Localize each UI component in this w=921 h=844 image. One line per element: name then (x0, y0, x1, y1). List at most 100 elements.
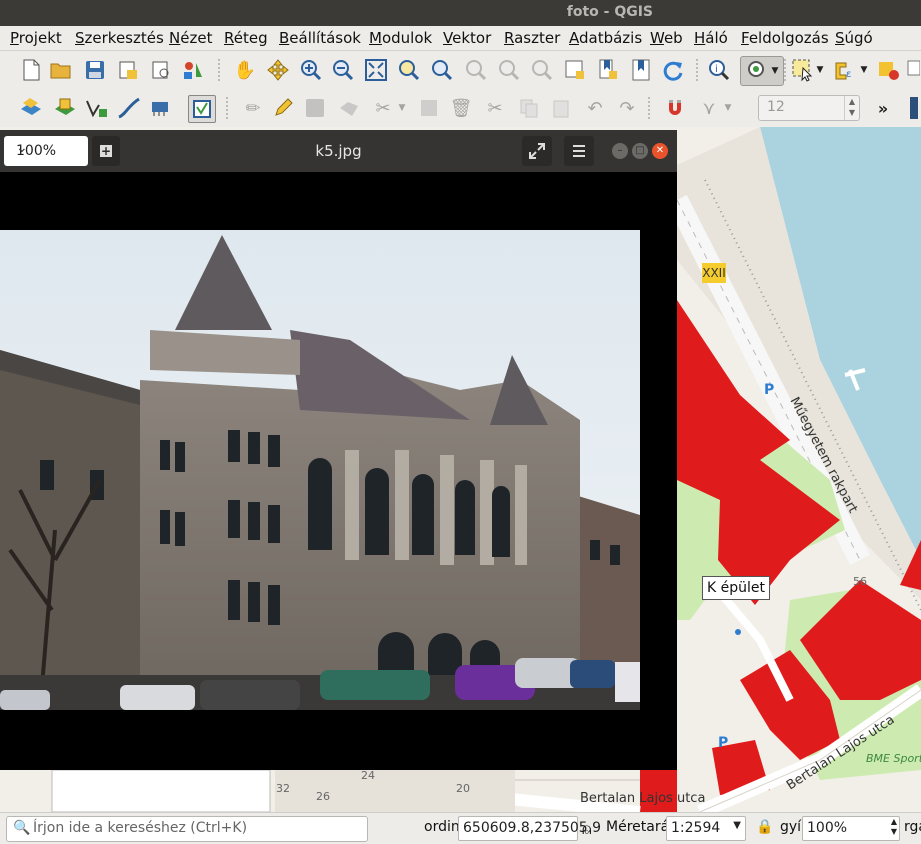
toolbar-edge (910, 97, 918, 119)
toolbar-separator (784, 59, 786, 81)
tolerance-value: 12 (767, 99, 785, 115)
chevron-down-icon[interactable]: ▼ (814, 57, 826, 83)
chevron-down-icon: ▼ (771, 66, 779, 76)
district-badge: XXII (702, 263, 726, 283)
select-features-icon[interactable] (790, 57, 816, 83)
lock-icon[interactable]: 🔒 (756, 819, 773, 835)
toolbar-separator (696, 59, 698, 81)
zoom-next-icon[interactable] (528, 57, 554, 83)
copy-features-icon[interactable] (516, 95, 542, 121)
undo-icon[interactable]: ↶ (582, 95, 608, 121)
tolerance-spinbox[interactable]: 12 ▲ ▼ (758, 95, 860, 121)
chevron-down-icon[interactable]: ▼ (396, 95, 408, 121)
menu-raszter[interactable]: Raszter (504, 29, 560, 47)
scale-select[interactable]: 1:2594 ▼ (666, 816, 746, 841)
toolbar-separator (226, 97, 228, 119)
new-map-view-icon[interactable] (562, 57, 588, 83)
snapping-type-icon[interactable]: ⋎ (696, 95, 722, 121)
menu-sugo[interactable]: Súgó (835, 29, 873, 47)
edit-pencil-icon[interactable] (270, 95, 296, 121)
vertex-tool-icon[interactable]: ✂ (370, 95, 396, 121)
scale-value: 1:2594 (671, 820, 721, 836)
coordinate-field[interactable]: 650609.8,237505.9 (458, 816, 601, 841)
menu-nezet[interactable]: Nézet (169, 29, 212, 47)
save-edits-icon[interactable] (302, 95, 328, 121)
magnifier-value: 100% (807, 820, 848, 836)
poi-dot-icon (735, 629, 741, 635)
zoom-out-icon[interactable] (330, 57, 356, 83)
toggle-editing-icon[interactable] (188, 95, 216, 123)
save-project-icon[interactable] (82, 57, 108, 83)
zoom-to-selection-icon[interactable] (395, 57, 421, 83)
virtual-layer-icon[interactable] (148, 95, 174, 121)
house-number: 20 (456, 782, 470, 795)
menu-adatbazis[interactable]: Adatbázis (569, 29, 642, 47)
style-manager-icon[interactable] (180, 57, 206, 83)
digitize-node-icon[interactable] (84, 95, 110, 121)
menu-bar: Projekt Szerkesztés Nézet Réteg Beállítá… (0, 26, 921, 51)
select-by-expression-icon[interactable]: ε (832, 57, 858, 83)
zoom-to-layer-icon[interactable] (428, 57, 454, 83)
extents-toggle-icon[interactable]: ⍝ (582, 819, 592, 839)
new-project-icon[interactable] (18, 57, 44, 83)
house-number: 26 (316, 790, 330, 803)
toolbar-separator (218, 59, 220, 81)
pan-to-selection-icon[interactable] (265, 57, 291, 83)
delete-selected-icon[interactable]: 🗑 (448, 95, 474, 121)
menu-beallitasok[interactable]: Beállítások (279, 29, 361, 47)
maximize-icon[interactable]: □ (632, 143, 648, 159)
modify-attributes-icon[interactable] (416, 95, 442, 121)
svg-text:ε: ε (846, 69, 851, 80)
redo-icon[interactable]: ↷ (614, 95, 640, 121)
menu-projekt[interactable]: Projekt (10, 29, 62, 47)
identify-features-icon[interactable]: i (706, 57, 732, 83)
status-bar: 🔍 Írjon ide a kereséshez (Ctrl+K) ordiná… (0, 812, 921, 844)
chevron-down-icon[interactable]: ▼ (858, 57, 870, 83)
house-number: 56 (853, 575, 867, 588)
toolbar-overflow-icon[interactable]: » (870, 95, 896, 121)
cut-features-icon[interactable]: ✂ (482, 95, 508, 121)
add-vector-layer-icon[interactable] (52, 95, 78, 121)
menu-web[interactable]: Web (650, 29, 683, 47)
chevron-down-icon: ▼ (733, 820, 741, 831)
close-icon[interactable]: ✕ (652, 143, 668, 159)
save-as-icon[interactable] (115, 57, 141, 83)
zoom-in-icon[interactable] (298, 57, 324, 83)
locator-search[interactable]: 🔍 Írjon ide a kereséshez (Ctrl+K) (6, 816, 368, 842)
edit-toolbar: ✏ ✂ ▼ 🗑 ✂ ↶ ↷ ⋎ ▼ 12 ▲ ▼ » (0, 89, 921, 128)
menu-feldolgozas[interactable]: Feldolgozás (741, 29, 829, 47)
fullscreen-button[interactable] (522, 136, 552, 166)
paste-features-icon[interactable] (548, 95, 574, 121)
zoom-full-icon[interactable] (363, 57, 389, 83)
spin-arrows-icon[interactable]: ▲ ▼ (844, 96, 859, 120)
current-edits-icon[interactable]: ✏ (240, 95, 266, 121)
chevron-down-icon[interactable]: ▼ (722, 95, 734, 121)
menu-button[interactable] (564, 136, 594, 166)
open-project-icon[interactable] (48, 57, 74, 83)
zoom-last-icon[interactable] (495, 57, 521, 83)
pan-hand-icon[interactable]: ✋ (232, 57, 258, 83)
parking-icon: P (764, 382, 774, 398)
toolbar-separator (648, 97, 650, 119)
digitize-line-icon[interactable] (116, 95, 142, 121)
magnifier-spinbox[interactable]: 100% ▲ ▼ (802, 816, 900, 841)
menu-modulok[interactable]: Modulok (369, 29, 432, 47)
more-tools-icon[interactable] (905, 57, 921, 83)
photo-viewer-header: 100% ⌄ + k5.jpg – □ ✕ (0, 130, 677, 172)
new-bookmark-icon[interactable] (595, 57, 621, 83)
zoom-native-icon[interactable] (462, 57, 488, 83)
add-raster-layer-icon[interactable] (18, 95, 44, 121)
minimize-icon[interactable]: – (612, 143, 628, 159)
action-tool-button[interactable]: ▼ (740, 56, 784, 86)
menu-vektor[interactable]: Vektor (443, 29, 491, 47)
add-feature-icon[interactable] (336, 95, 362, 121)
refresh-icon[interactable] (660, 57, 686, 83)
show-bookmarks-icon[interactable] (628, 57, 654, 83)
menu-szerkesztes[interactable]: Szerkesztés (75, 29, 164, 47)
menu-reteg[interactable]: Réteg (224, 29, 268, 47)
menu-halo[interactable]: Háló (694, 29, 728, 47)
snapping-magnet-icon[interactable] (662, 95, 688, 121)
house-number: 24 (361, 769, 375, 782)
deselect-icon[interactable] (876, 57, 902, 83)
print-layout-icon[interactable] (148, 57, 174, 83)
